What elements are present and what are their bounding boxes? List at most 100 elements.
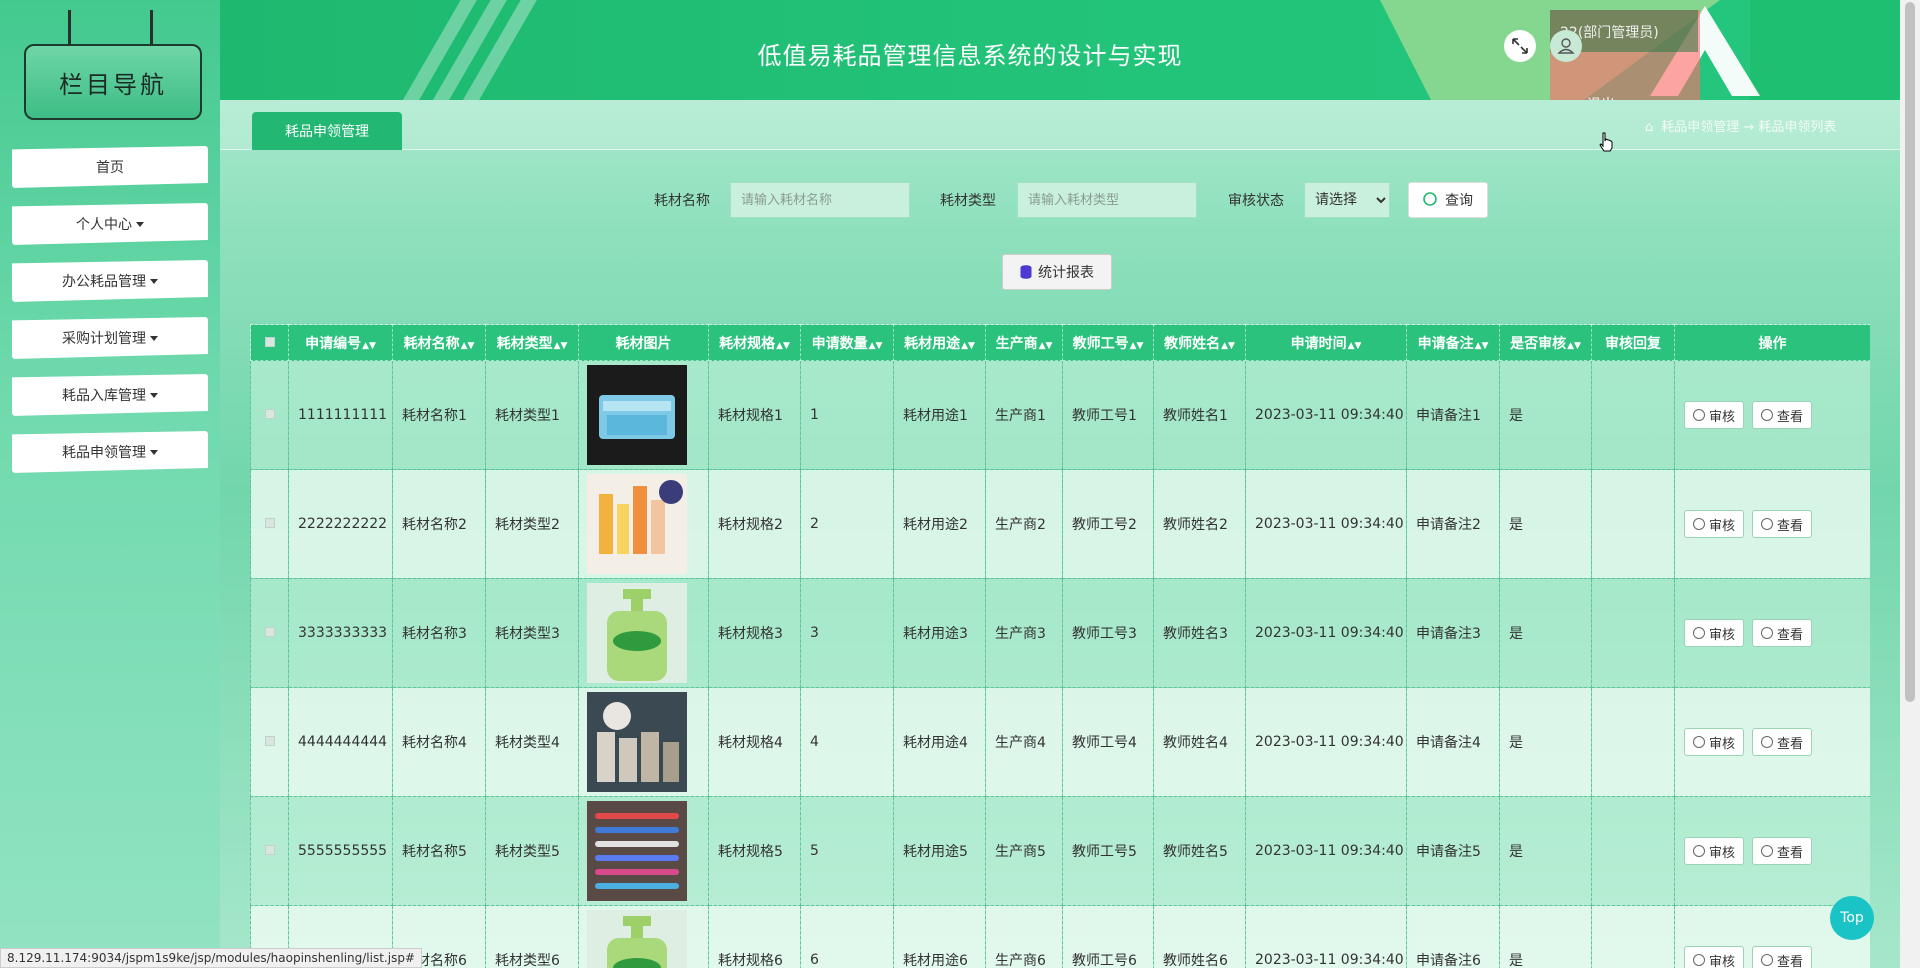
- audit-label: 审核: [1709, 736, 1736, 752]
- row-checkbox-cell[interactable]: [250, 687, 289, 797]
- cell-qty: 6: [800, 905, 894, 968]
- search-form: 耗材名称 耗材类型 审核状态 请选择 查询: [220, 180, 1900, 220]
- select-all-header[interactable]: [250, 324, 289, 361]
- column-header[interactable]: 生产商▲▼: [985, 324, 1063, 361]
- column-header[interactable]: 申请编号▲▼: [288, 324, 393, 361]
- column-header[interactable]: 耗材规格▲▼: [708, 324, 801, 361]
- cell-time: 2023-03-11 09:34:40: [1245, 578, 1407, 688]
- tissue-rolls-image: [587, 692, 687, 792]
- row-checkbox-cell[interactable]: [250, 578, 289, 688]
- tab-requisition[interactable]: 耗品申领管理: [252, 112, 402, 150]
- cell-id: 5555555555: [288, 796, 393, 906]
- cell-audited: 是: [1499, 469, 1592, 579]
- cell-actions: 审核 查看: [1674, 687, 1870, 797]
- caret-down-icon: [150, 278, 158, 284]
- cell-maker: 生产商1: [985, 360, 1063, 470]
- tab-bar: 耗品申领管理 ⌂ 耗品申领管理 → 耗品申领列表: [220, 100, 1900, 150]
- column-header[interactable]: 申请时间▲▼: [1245, 324, 1407, 361]
- view-button[interactable]: 查看: [1752, 401, 1813, 429]
- nav-logo: 栏目导航: [24, 44, 202, 120]
- eye-icon: [1761, 845, 1774, 857]
- page-scrollbar[interactable]: [1900, 0, 1920, 968]
- cell-type: 耗材类型4: [485, 687, 579, 797]
- cell-image: [578, 360, 709, 470]
- statistics-report-button[interactable]: 统计报表: [1002, 254, 1112, 290]
- status-select[interactable]: 请选择: [1304, 182, 1390, 218]
- audit-button[interactable]: 审核: [1684, 837, 1745, 865]
- cell-reply: [1591, 905, 1675, 968]
- hand-cursor-icon: [1599, 132, 1613, 152]
- check-circle-icon: [1693, 518, 1705, 530]
- sidebar-item-office-supplies[interactable]: 办公耗品管理: [12, 260, 208, 302]
- user-avatar-button[interactable]: [1550, 30, 1582, 62]
- audit-button[interactable]: 审核: [1684, 728, 1745, 756]
- query-button[interactable]: 查询: [1408, 182, 1488, 218]
- view-button[interactable]: 查看: [1752, 619, 1813, 647]
- back-to-top-button[interactable]: Top: [1830, 896, 1874, 940]
- cell-usage: 耗材用途1: [893, 360, 986, 470]
- column-header[interactable]: 耗材用途▲▼: [893, 324, 986, 361]
- sidebar-item-requisition[interactable]: 耗品申领管理: [12, 431, 208, 473]
- row-checkbox-cell[interactable]: [250, 469, 289, 579]
- caret-down-icon: [150, 335, 158, 341]
- view-label: 查看: [1777, 409, 1804, 425]
- column-header[interactable]: 耗材名称▲▼: [392, 324, 486, 361]
- view-button[interactable]: 查看: [1752, 510, 1813, 538]
- cell-image: [578, 687, 709, 797]
- sidebar: 栏目导航 首页 个人中心 办公耗品管理 采购计划管理 耗品入库管理 耗品申领管理: [0, 0, 220, 968]
- table-row: 4444444444 耗材名称4 耗材类型4 耗材规格4 4 耗材用途4 生产商4 教师工号4…: [250, 687, 1870, 797]
- checkbox[interactable]: [264, 518, 275, 528]
- view-button[interactable]: 查看: [1752, 728, 1813, 756]
- checkbox[interactable]: [264, 736, 275, 746]
- scrollbar-thumb[interactable]: [1905, 2, 1915, 702]
- cell-id: 3333333333: [288, 578, 393, 688]
- checkbox[interactable]: [264, 627, 275, 637]
- sidebar-item-profile[interactable]: 个人中心: [12, 203, 208, 245]
- checkbox[interactable]: [264, 845, 275, 855]
- cell-type: 耗材类型6: [485, 905, 579, 968]
- cell-maker: 生产商3: [985, 578, 1063, 688]
- nav-logo-text: 栏目导航: [59, 70, 167, 99]
- sidebar-item-purchase-plan[interactable]: 采购计划管理: [12, 317, 208, 359]
- view-button[interactable]: 查看: [1752, 837, 1813, 865]
- checkbox[interactable]: [264, 336, 275, 347]
- cell-usage: 耗材用途6: [893, 905, 986, 968]
- cell-tno: 教师工号1: [1062, 360, 1154, 470]
- cell-audited: 是: [1499, 687, 1592, 797]
- fullscreen-button[interactable]: [1504, 30, 1536, 62]
- column-header[interactable]: 申请数量▲▼: [800, 324, 894, 361]
- name-search-input[interactable]: [730, 182, 910, 218]
- main-content: 耗品申领管理 ⌂ 耗品申领管理 → 耗品申领列表 耗材名称 耗材类型 审核状态 请…: [220, 100, 1900, 968]
- cell-actions: 审核 查看: [1674, 796, 1870, 906]
- green-hand-soap-image: [587, 910, 687, 968]
- column-header[interactable]: 教师姓名▲▼: [1153, 324, 1246, 361]
- column-header[interactable]: 是否审核▲▼: [1499, 324, 1592, 361]
- audit-button[interactable]: 审核: [1684, 619, 1745, 647]
- sign-rope: [68, 10, 71, 48]
- column-header[interactable]: 教师工号▲▼: [1062, 324, 1154, 361]
- cell-note: 申请备注2: [1406, 469, 1500, 579]
- audit-button[interactable]: 审核: [1684, 946, 1745, 968]
- cell-tno: 教师工号6: [1062, 905, 1154, 968]
- checkbox[interactable]: [264, 409, 275, 419]
- column-header[interactable]: 耗材类型▲▼: [485, 324, 579, 361]
- view-button[interactable]: 查看: [1752, 946, 1813, 968]
- sidebar-item-stock-in[interactable]: 耗品入库管理: [12, 374, 208, 416]
- eye-icon: [1761, 518, 1774, 530]
- row-checkbox-cell[interactable]: [250, 360, 289, 470]
- query-button-label: 查询: [1445, 193, 1473, 209]
- eye-icon: [1761, 954, 1774, 966]
- row-checkbox-cell[interactable]: [250, 796, 289, 906]
- audit-button[interactable]: 审核: [1684, 401, 1745, 429]
- audit-label: 审核: [1709, 518, 1736, 534]
- table-row: 1111111111 耗材名称1 耗材类型1 耗材规格1 1 耗材用途1 生产商1 教师工号1…: [250, 360, 1870, 470]
- view-label: 查看: [1777, 736, 1804, 752]
- cell-id: 4444444444: [288, 687, 393, 797]
- cell-time: 2023-03-11 09:34:40: [1245, 469, 1407, 579]
- sidebar-item-home[interactable]: 首页: [12, 146, 208, 188]
- column-header[interactable]: 申请备注▲▼: [1406, 324, 1500, 361]
- audit-button[interactable]: 审核: [1684, 510, 1745, 538]
- cell-note: 申请备注3: [1406, 578, 1500, 688]
- breadcrumb-text: 耗品申领管理 → 耗品申领列表: [1661, 120, 1837, 135]
- type-search-input[interactable]: [1017, 182, 1197, 218]
